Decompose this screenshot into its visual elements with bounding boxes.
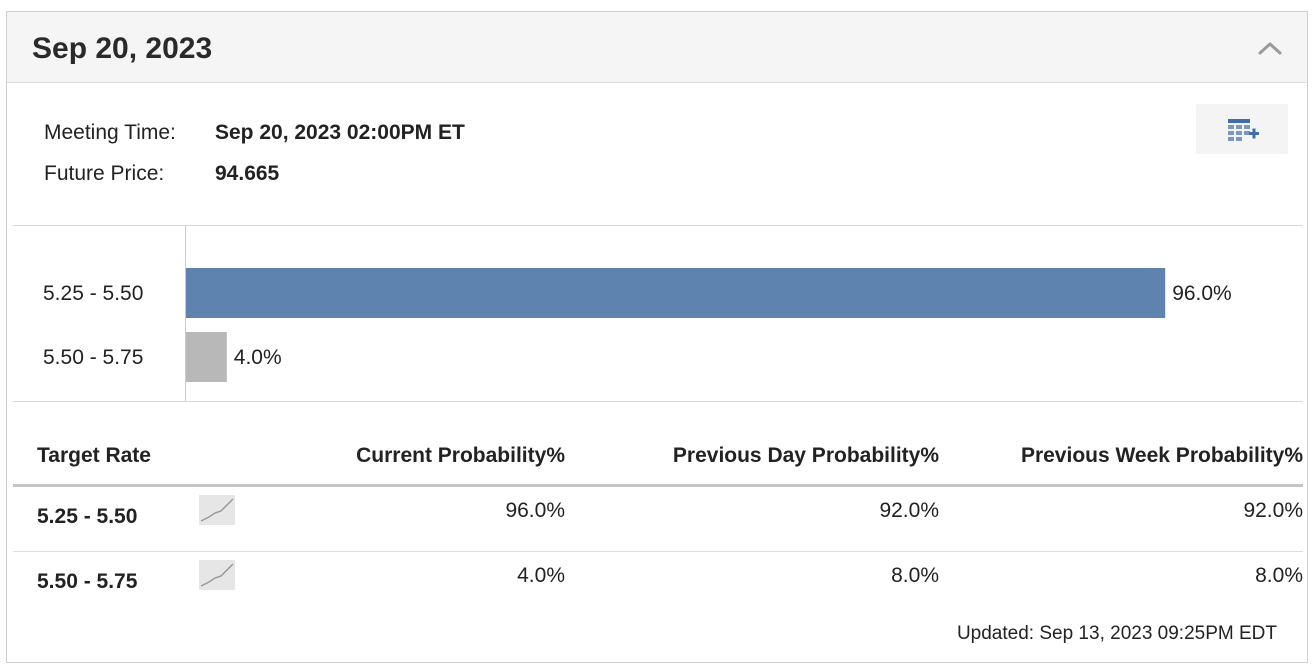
chart-category-label: 5.25 - 5.50 [43, 282, 143, 305]
future-price-label: Future Price: [44, 162, 165, 185]
row-current-probability: 4.0% [517, 564, 565, 587]
row-previous-day-probability: 92.0% [565, 485, 939, 552]
col-current-probability: Current Probability% [243, 440, 565, 487]
row-target-rate: 5.25 - 5.50 [13, 485, 199, 552]
meeting-time-value: Sep 20, 2023 02:00PM ET [215, 121, 465, 144]
row-previous-week-probability: 92.0% [939, 485, 1303, 552]
chevron-up-icon[interactable] [1255, 36, 1285, 60]
trend-chart-icon[interactable] [199, 560, 235, 590]
panel-title: Sep 20, 2023 [32, 32, 213, 65]
updated-timestamp: Updated: Sep 13, 2023 09:25PM EDT [956, 623, 1277, 644]
row-previous-day-probability: 8.0% [891, 564, 939, 587]
table-header-row: Target Rate Current Probability% Previou… [13, 440, 1303, 487]
col-target-rate: Target Rate [13, 440, 199, 487]
divider [13, 401, 1303, 402]
probability-table: Target Rate Current Probability% Previou… [13, 440, 1303, 616]
chart-category-label: 5.50 - 5.75 [43, 346, 143, 369]
meeting-panel: Sep 20, 2023 Meeting Time: Sep 20, 2023 … [6, 11, 1308, 663]
panel-header[interactable]: Sep 20, 2023 [7, 12, 1307, 83]
chart-bar [186, 268, 1166, 318]
export-table-button[interactable] [1196, 104, 1288, 154]
row-previous-week-probability: 8.0% [1255, 564, 1303, 587]
meeting-time-label: Meeting Time: [44, 121, 176, 144]
col-previous-day-probability: Previous Day Probability% [565, 440, 939, 487]
table-row: 5.25 - 5.50 96.0% 92.0% 92.0% [13, 485, 1303, 552]
table-row: 5.50 - 5.75 4.0% 8.0% 8.0% [13, 552, 1303, 617]
chart-value-label: 4.0% [234, 346, 282, 369]
row-target-rate: 5.50 - 5.75 [37, 570, 138, 593]
chart-bar [186, 332, 227, 382]
probability-chart: 5.25 - 5.50 96.0% 5.50 - 5.75 4.0% [13, 226, 1303, 402]
trend-chart-icon[interactable] [199, 495, 235, 525]
table-add-icon [1228, 119, 1259, 141]
future-price-value: 94.665 [215, 162, 280, 185]
chart-value-label: 96.0% [1172, 282, 1232, 305]
col-previous-week-probability: Previous Week Probability% [939, 440, 1303, 487]
row-current-probability: 96.0% [243, 485, 565, 552]
